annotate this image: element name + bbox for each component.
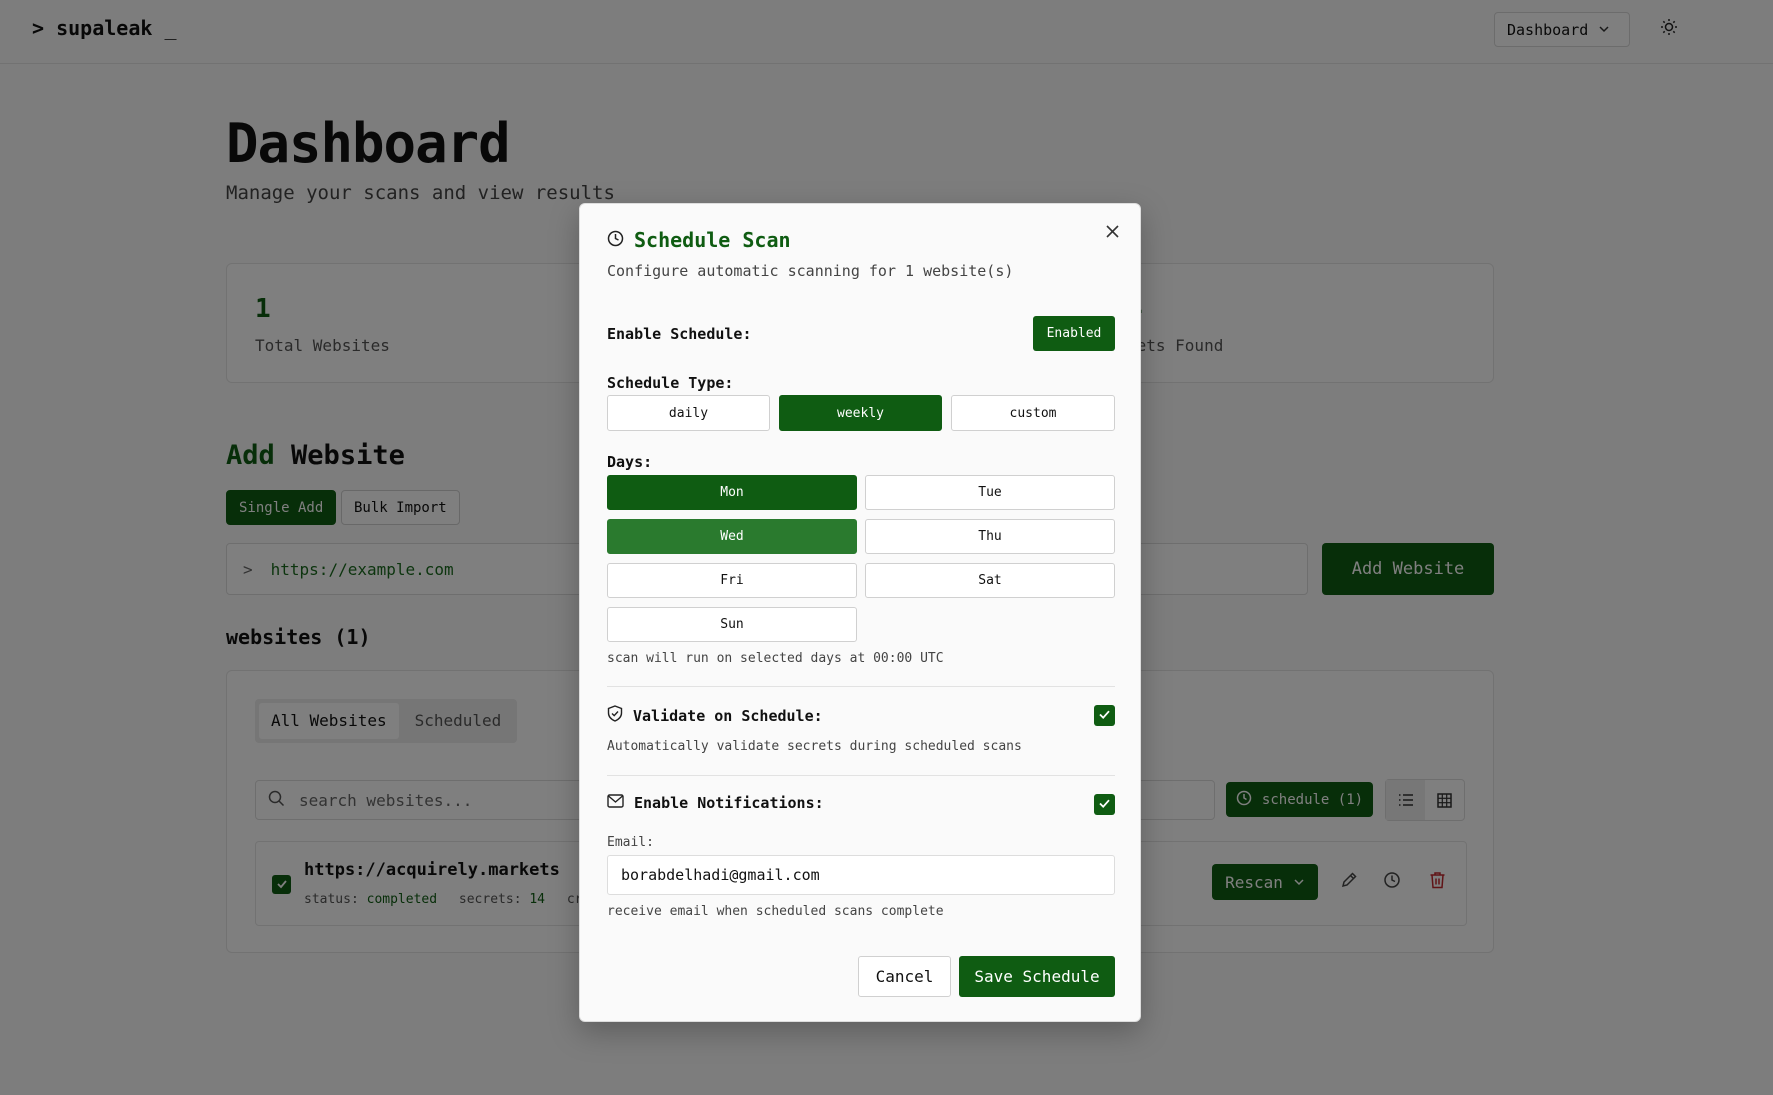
day-thu[interactable]: Thu	[865, 519, 1115, 554]
divider	[607, 686, 1115, 687]
schedule-type-custom[interactable]: custom	[951, 395, 1115, 431]
days-hint: scan will run on selected days at 00:00 …	[607, 651, 944, 666]
day-mon[interactable]: Mon	[607, 475, 857, 510]
notifications-checkbox[interactable]	[1094, 794, 1115, 815]
close-button[interactable]	[1102, 222, 1122, 242]
days-label: Days:	[607, 453, 653, 471]
day-sun[interactable]: Sun	[607, 607, 857, 642]
save-schedule-button[interactable]: Save Schedule	[959, 956, 1115, 997]
email-field[interactable]: borabdelhadi@gmail.com	[607, 855, 1115, 895]
close-icon	[1105, 223, 1119, 242]
day-wed[interactable]: Wed	[607, 519, 857, 554]
notifications-row: Enable Notifications:	[607, 794, 824, 812]
check-icon	[1098, 795, 1111, 814]
enable-schedule-label: Enable Schedule:	[607, 325, 752, 343]
dialog-title: Schedule Scan	[607, 228, 791, 252]
check-icon	[1098, 706, 1111, 725]
schedule-scan-dialog: Schedule Scan Configure automatic scanni…	[579, 203, 1141, 1022]
email-label: Email:	[607, 835, 654, 850]
day-tue[interactable]: Tue	[865, 475, 1115, 510]
enable-schedule-toggle[interactable]: Enabled	[1033, 316, 1115, 351]
mail-icon	[607, 794, 624, 812]
validate-row: Validate on Schedule:	[607, 705, 823, 726]
dialog-title-text: Schedule Scan	[634, 228, 791, 252]
day-fri[interactable]: Fri	[607, 563, 857, 598]
validate-hint: Automatically validate secrets during sc…	[607, 739, 1022, 754]
day-sat[interactable]: Sat	[865, 563, 1115, 598]
shield-icon	[607, 705, 623, 726]
notifications-label: Enable Notifications:	[634, 794, 824, 812]
dialog-description: Configure automatic scanning for 1 websi…	[607, 262, 1014, 280]
schedule-type-daily[interactable]: daily	[607, 395, 770, 431]
clock-icon	[607, 228, 624, 252]
validate-label: Validate on Schedule:	[633, 706, 823, 725]
schedule-type-label: Schedule Type:	[607, 374, 734, 392]
validate-checkbox[interactable]	[1094, 705, 1115, 726]
email-hint: receive email when scheduled scans compl…	[607, 904, 944, 919]
divider	[607, 775, 1115, 776]
schedule-type-weekly[interactable]: weekly	[779, 395, 942, 431]
cancel-button[interactable]: Cancel	[858, 956, 951, 997]
